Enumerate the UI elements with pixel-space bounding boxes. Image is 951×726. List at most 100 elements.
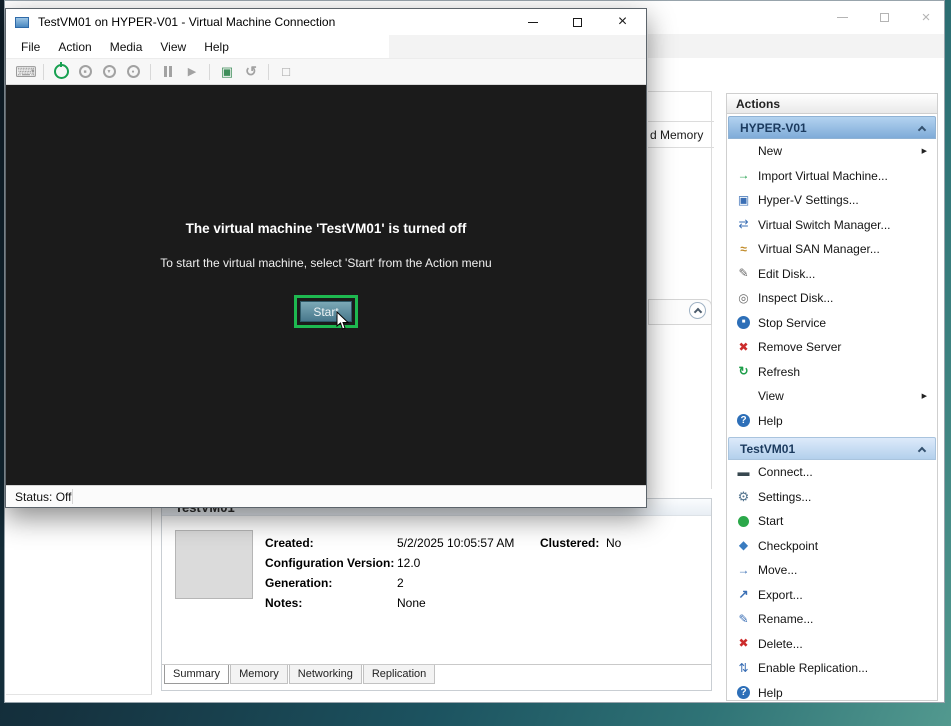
action-view[interactable]: View bbox=[728, 384, 936, 409]
group-header-label: HYPER-V01 bbox=[740, 121, 807, 135]
vm-connection-window: TestVM01 on HYPER-V01 - Virtual Machine … bbox=[5, 8, 647, 508]
action-label: Stop Service bbox=[758, 316, 826, 330]
action-help[interactable]: Help bbox=[728, 681, 936, 702]
desktop-background: d Memory TestVM01 Created:5/2/2025 10:05… bbox=[0, 0, 951, 726]
submenu-arrow-icon bbox=[922, 392, 927, 400]
action-label: Virtual Switch Manager... bbox=[758, 218, 891, 232]
action-virtual-switch-manager[interactable]: Virtual Switch Manager... bbox=[728, 213, 936, 238]
vm-window-title: TestVM01 on HYPER-V01 - Virtual Machine … bbox=[38, 15, 335, 29]
tab-replication[interactable]: Replication bbox=[363, 665, 435, 684]
menu-help[interactable]: Help bbox=[195, 37, 238, 57]
action-label: Delete... bbox=[758, 637, 803, 651]
export-icon bbox=[736, 587, 751, 602]
save-icon bbox=[127, 65, 140, 78]
action-checkpoint[interactable]: Checkpoint bbox=[728, 534, 936, 559]
vm-list-right-border bbox=[711, 91, 712, 489]
action-label: Checkpoint bbox=[758, 539, 818, 553]
details-fields-right: Clustered:No bbox=[540, 533, 621, 553]
detail-label: Created: bbox=[265, 536, 397, 550]
detail-field-created: Created:5/2/2025 10:05:57 AM bbox=[265, 533, 514, 553]
action-help[interactable]: Help bbox=[728, 409, 936, 434]
stop-service-icon bbox=[736, 315, 751, 330]
detail-value: None bbox=[397, 596, 426, 610]
toolbar-pause-button[interactable] bbox=[158, 62, 178, 82]
manager-maximize-button[interactable] bbox=[876, 9, 892, 25]
checkpoint-icon bbox=[736, 538, 751, 553]
chevron-up-icon bbox=[693, 308, 701, 316]
detail-field-notes: Notes:None bbox=[265, 593, 514, 613]
toolbar-revert-button[interactable] bbox=[241, 62, 261, 82]
action-enable-replication[interactable]: Enable Replication... bbox=[728, 656, 936, 681]
actions-group-hyper-v01[interactable]: HYPER-V01 bbox=[728, 116, 936, 139]
action-inspect-disk[interactable]: Inspect Disk... bbox=[728, 286, 936, 311]
actions-pane: Actions HYPER-V01NewImport Virtual Machi… bbox=[726, 93, 938, 701]
vm-console-screen[interactable]: The virtual machine 'TestVM01' is turned… bbox=[6, 85, 646, 485]
settings-icon bbox=[736, 489, 751, 504]
action-label: New bbox=[758, 144, 782, 158]
toolbar-checkpoint-button[interactable] bbox=[217, 62, 237, 82]
tab-summary[interactable]: Summary bbox=[164, 665, 229, 684]
action-label: Virtual SAN Manager... bbox=[758, 242, 880, 256]
action-connect[interactable]: Connect... bbox=[728, 460, 936, 485]
collapse-icon bbox=[918, 126, 926, 134]
collapse-checkpoints-button[interactable] bbox=[689, 302, 706, 319]
vm-close-button[interactable] bbox=[600, 9, 645, 35]
action-label: Help bbox=[758, 414, 783, 428]
tab-memory[interactable]: Memory bbox=[230, 665, 288, 684]
mouse-cursor bbox=[336, 311, 350, 331]
menu-action[interactable]: Action bbox=[49, 37, 100, 57]
manager-close-button[interactable] bbox=[918, 9, 934, 25]
import-icon bbox=[736, 168, 751, 183]
action-move[interactable]: Move... bbox=[728, 558, 936, 583]
action-label: Move... bbox=[758, 563, 797, 577]
tab-networking[interactable]: Networking bbox=[289, 665, 362, 684]
actions-group-testvm01[interactable]: TestVM01 bbox=[728, 437, 936, 460]
connect-icon bbox=[736, 465, 751, 480]
toolbar-step-button[interactable] bbox=[182, 62, 202, 82]
action-export[interactable]: Export... bbox=[728, 583, 936, 608]
action-settings[interactable]: Settings... bbox=[728, 485, 936, 510]
action-stop-service[interactable]: Stop Service bbox=[728, 311, 936, 336]
vm-maximize-button[interactable] bbox=[555, 9, 600, 35]
action-rename[interactable]: Rename... bbox=[728, 607, 936, 632]
edit-disk-icon bbox=[736, 266, 751, 281]
action-refresh[interactable]: Refresh bbox=[728, 360, 936, 385]
action-label: Settings... bbox=[758, 490, 811, 504]
blank-icon bbox=[736, 144, 751, 159]
action-virtual-san-manager[interactable]: Virtual SAN Manager... bbox=[728, 237, 936, 262]
toolbar-save-button[interactable] bbox=[123, 62, 143, 82]
toolbar-shutdown-button[interactable] bbox=[99, 62, 119, 82]
replication-icon bbox=[736, 661, 751, 676]
menu-view[interactable]: View bbox=[151, 37, 195, 57]
action-import-virtual-machine[interactable]: Import Virtual Machine... bbox=[728, 164, 936, 189]
vm-title-bar: TestVM01 on HYPER-V01 - Virtual Machine … bbox=[6, 9, 646, 35]
action-delete[interactable]: Delete... bbox=[728, 632, 936, 657]
manager-toolbar-strip bbox=[648, 34, 944, 58]
manager-minimize-button[interactable] bbox=[834, 9, 850, 25]
action-remove-server[interactable]: Remove Server bbox=[728, 335, 936, 360]
vm-toolbar bbox=[6, 58, 646, 85]
action-new[interactable]: New bbox=[728, 139, 936, 164]
display-icon bbox=[282, 64, 290, 79]
action-label: Start bbox=[758, 514, 783, 528]
menu-media[interactable]: Media bbox=[101, 37, 152, 57]
toolbar-turn-off-button[interactable] bbox=[75, 62, 95, 82]
detail-label: Notes: bbox=[265, 596, 397, 610]
manager-window-controls bbox=[834, 9, 934, 25]
toolbar-display-button[interactable] bbox=[276, 62, 296, 82]
toolbar-separator bbox=[43, 64, 44, 80]
toolbar-keyboard-button[interactable] bbox=[16, 62, 36, 82]
column-header-assigned-memory-partial[interactable]: d Memory bbox=[648, 121, 714, 148]
action-hyper-v-settings[interactable]: Hyper-V Settings... bbox=[728, 188, 936, 213]
action-start[interactable]: Start bbox=[728, 509, 936, 534]
vm-list-top-border bbox=[648, 91, 712, 92]
action-label: Enable Replication... bbox=[758, 661, 868, 675]
group-header-label: TestVM01 bbox=[740, 442, 795, 456]
detail-value: No bbox=[606, 536, 621, 550]
toolbar-power-button[interactable] bbox=[51, 62, 71, 82]
vm-minimize-button[interactable] bbox=[510, 9, 555, 35]
shutdown-icon bbox=[103, 65, 116, 78]
menu-file[interactable]: File bbox=[12, 37, 49, 57]
action-edit-disk[interactable]: Edit Disk... bbox=[728, 262, 936, 287]
maximize-icon bbox=[573, 18, 582, 27]
